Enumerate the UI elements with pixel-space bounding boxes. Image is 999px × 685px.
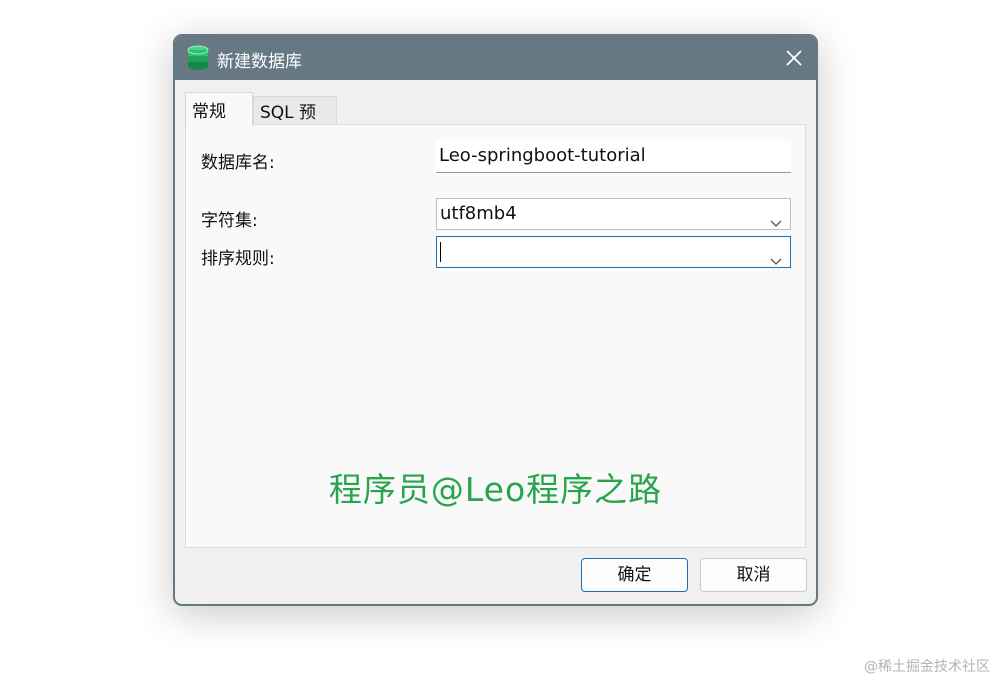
chevron-down-icon[interactable] [770, 209, 782, 227]
database-name-label: 数据库名: [201, 153, 275, 173]
charset-label: 字符集: [201, 211, 258, 231]
titlebar[interactable]: 新建数据库 [175, 36, 816, 80]
author-watermark: 程序员@Leo程序之路 [328, 470, 663, 509]
general-panel: 数据库名: Leo-springboot-tutorial 字符集: utf8m… [185, 124, 806, 548]
site-watermark: @稀土掘金技术社区 [864, 659, 990, 675]
tab-general[interactable]: 常规 [185, 92, 253, 126]
dialog-title: 新建数据库 [217, 52, 302, 72]
collation-label: 排序规则: [201, 249, 275, 269]
charset-select[interactable]: utf8mb4 [436, 198, 791, 230]
ok-button[interactable]: 确定 [581, 558, 688, 592]
database-icon [186, 45, 210, 71]
new-database-dialog: 新建数据库 常规 SQL 预览 数据库名: Leo-springboot-tut… [173, 34, 818, 606]
tab-sql-preview[interactable]: SQL 预览 [253, 96, 337, 148]
close-icon[interactable] [780, 44, 808, 72]
charset-value: utf8mb4 [440, 203, 517, 224]
chevron-down-icon[interactable] [770, 247, 782, 265]
text-caret [440, 242, 441, 262]
cancel-button[interactable]: 取消 [700, 558, 807, 592]
collation-select[interactable] [436, 236, 791, 268]
database-name-input[interactable]: Leo-springboot-tutorial [436, 140, 791, 173]
